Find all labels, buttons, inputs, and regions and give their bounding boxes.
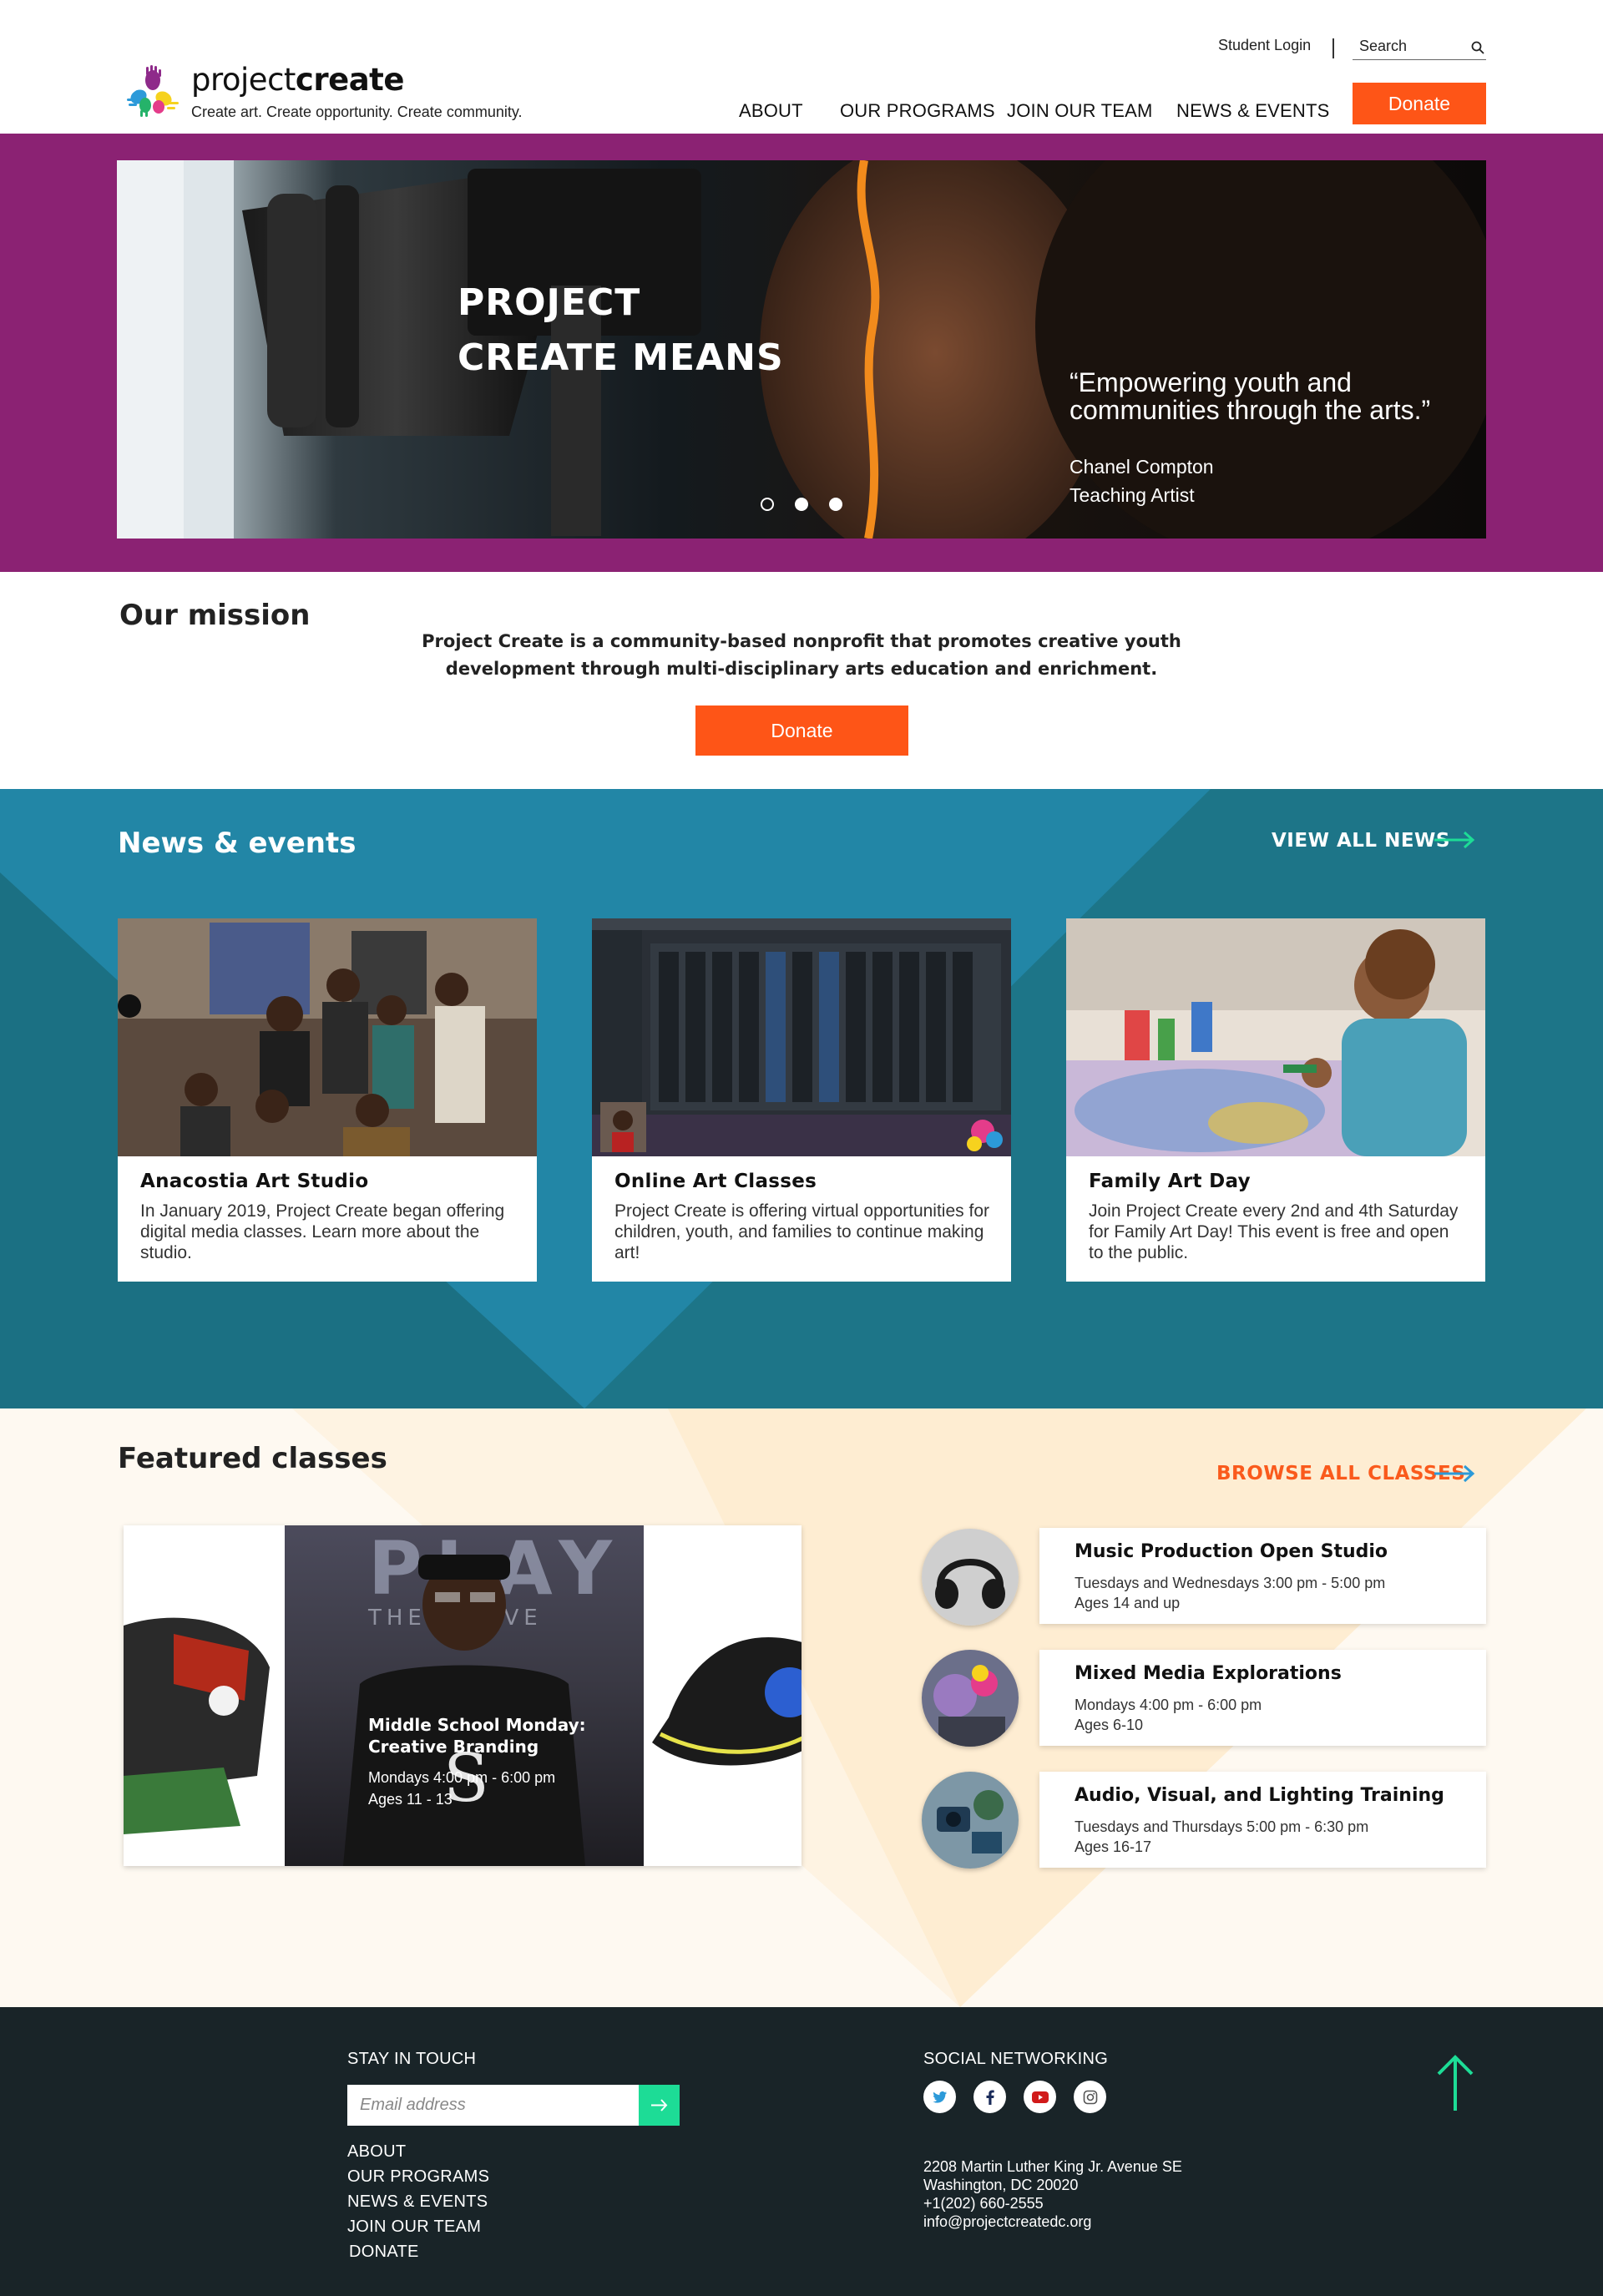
nav-our-programs[interactable]: OUR PROGRAMS: [840, 100, 995, 122]
youtube-icon[interactable]: [1024, 2081, 1056, 2113]
news-card-text: In January 2019, Project Create began of…: [140, 1201, 505, 1262]
news-card-image: [1066, 918, 1485, 1156]
class-title: Audio, Visual, and Lighting Training: [1075, 1785, 1444, 1806]
site-footer: [0, 2007, 1603, 2296]
hero-carousel[interactable]: PROJECT CREATE MEANS “Empowering youth a…: [117, 160, 1486, 539]
left-cap-image: [124, 1525, 285, 1866]
news-card-family-art-day[interactable]: Family Art Day Join Project Create every…: [1066, 918, 1485, 1282]
news-card-text: Project Create is offering virtual oppor…: [614, 1201, 989, 1262]
instagram-icon[interactable]: [1074, 2081, 1106, 2113]
footer-phone: +1(202) 660-2555: [923, 2195, 1044, 2212]
news-card-text: Join Project Create every 2nd and 4th Sa…: [1089, 1201, 1459, 1262]
class-thumbnail-mixed-media[interactable]: [922, 1650, 1019, 1747]
nav-news-events[interactable]: NEWS & EVENTS: [1176, 100, 1330, 122]
arrow-right-icon: [651, 2099, 668, 2111]
hero-quote-author: Chanel Compton: [1070, 456, 1214, 478]
footer-link-join-our-team[interactable]: JOIN OUR TEAM: [347, 2218, 481, 2237]
news-card-anacostia[interactable]: Anacostia Art Studio In January 2019, Pr…: [118, 918, 537, 1282]
carousel-person: S: [343, 1555, 585, 1866]
class-ages: Ages 6-10: [1075, 1717, 1144, 1733]
search-box: [1353, 33, 1486, 60]
email-submit-button[interactable]: [639, 2085, 680, 2126]
class-title: Mixed Media Explorations: [1075, 1663, 1342, 1684]
featured-title: Featured classes: [118, 1442, 387, 1475]
view-all-news-link[interactable]: VIEW ALL NEWS: [1272, 830, 1450, 852]
footer-email-link[interactable]: info@projectcreatedc.org: [923, 2213, 1091, 2231]
donate-button-header[interactable]: Donate: [1353, 83, 1486, 124]
search-input[interactable]: [1353, 33, 1461, 58]
hands-logo-icon[interactable]: [125, 65, 180, 117]
nav-about[interactable]: ABOUT: [739, 100, 803, 122]
footer-link-news-events[interactable]: NEWS & EVENTS: [347, 2192, 488, 2212]
facebook-icon[interactable]: [973, 2081, 1006, 2113]
news-card-image: [592, 918, 1011, 1156]
carousel-class-ages: Ages 11 - 13: [368, 1791, 453, 1808]
class-ages: Ages 16-17: [1075, 1838, 1152, 1855]
class-card-av-lighting[interactable]: Audio, Visual, and Lighting Training Tue…: [1039, 1772, 1486, 1868]
mission-title: Our mission: [119, 599, 311, 632]
brand-name[interactable]: projectcreate: [191, 62, 404, 98]
tagline: Create art. Create opportunity. Create c…: [191, 104, 523, 120]
brand-light-text: project: [191, 62, 296, 98]
class-thumbnail-av-lighting[interactable]: [922, 1772, 1019, 1869]
browse-all-classes-link[interactable]: BROWSE ALL CLASSES: [1216, 1463, 1465, 1484]
hero-quote-role: Teaching Artist: [1070, 484, 1195, 506]
class-ages: Ages 14 and up: [1075, 1595, 1181, 1611]
utility-divider: [1332, 38, 1334, 58]
news-card-title: Anacostia Art Studio: [140, 1171, 369, 1192]
news-title: News & events: [118, 827, 357, 860]
social-networking-heading: SOCIAL NETWORKING: [923, 2050, 1109, 2068]
carousel-center-slide[interactable]: PLAY THE TIVE S: [285, 1525, 644, 1866]
carousel-class-time: Mondays 4:00 pm - 6:00 pm: [368, 1769, 556, 1786]
class-schedule: Mondays 4:00 pm - 6:00 pm: [1075, 1697, 1262, 1713]
donate-button-mission[interactable]: Donate: [695, 705, 908, 756]
news-card-online-classes[interactable]: Online Art Classes Project Create is off…: [592, 918, 1011, 1282]
carousel-dot-3[interactable]: [829, 498, 842, 511]
stay-in-touch-heading: STAY IN TOUCH: [347, 2050, 477, 2068]
news-card-title: Family Art Day: [1089, 1171, 1251, 1192]
class-thumbnail-headphones[interactable]: [922, 1529, 1019, 1626]
footer-address-street: 2208 Martin Luther King Jr. Avenue SE: [923, 2158, 1182, 2175]
footer-link-about[interactable]: ABOUT: [347, 2142, 406, 2162]
nav-join-our-team[interactable]: JOIN OUR TEAM: [1007, 100, 1153, 122]
class-schedule: Tuesdays and Wednesdays 3:00 pm - 5:00 p…: [1075, 1575, 1386, 1591]
site-header: projectcreate Create art. Create opportu…: [0, 0, 1603, 134]
carousel-class-title: Middle School Monday: Creative Branding: [368, 1715, 586, 1757]
search-icon[interactable]: [1471, 41, 1484, 54]
back-to-top-arrow-icon[interactable]: [1434, 2054, 1476, 2112]
twitter-icon[interactable]: [923, 2081, 956, 2113]
right-cap-image: [644, 1525, 802, 1866]
footer-link-our-programs[interactable]: OUR PROGRAMS: [347, 2167, 489, 2187]
hero-title: PROJECT CREATE MEANS: [458, 281, 784, 379]
mission-text: Project Create is a community-based nonp…: [422, 631, 1181, 679]
news-card-title: Online Art Classes: [614, 1171, 817, 1192]
carousel-dot-2[interactable]: [795, 498, 808, 511]
featured-class-carousel[interactable]: PLAY THE TIVE S: [124, 1525, 802, 1866]
class-schedule: Tuesdays and Thursdays 5:00 pm - 6:30 pm: [1075, 1818, 1369, 1835]
arrow-right-icon[interactable]: [1434, 1464, 1476, 1483]
arrow-right-icon[interactable]: [1434, 831, 1476, 849]
class-title: Music Production Open Studio: [1075, 1541, 1388, 1562]
footer-address-city: Washington, DC 20020: [923, 2177, 1079, 2193]
hero-quote: “Empowering youth and communities throug…: [1070, 367, 1431, 425]
footer-link-donate[interactable]: DONATE: [349, 2243, 419, 2262]
carousel-dot-1[interactable]: [761, 498, 774, 511]
class-card-mixed-media[interactable]: Mixed Media Explorations Mondays 4:00 pm…: [1039, 1650, 1486, 1746]
class-card-music-production[interactable]: Music Production Open Studio Tuesdays an…: [1039, 1528, 1486, 1624]
brand-bold-text: create: [295, 62, 405, 98]
email-field[interactable]: [347, 2085, 639, 2126]
news-card-image: [118, 918, 537, 1156]
student-login-link[interactable]: Student Login: [1218, 37, 1311, 54]
